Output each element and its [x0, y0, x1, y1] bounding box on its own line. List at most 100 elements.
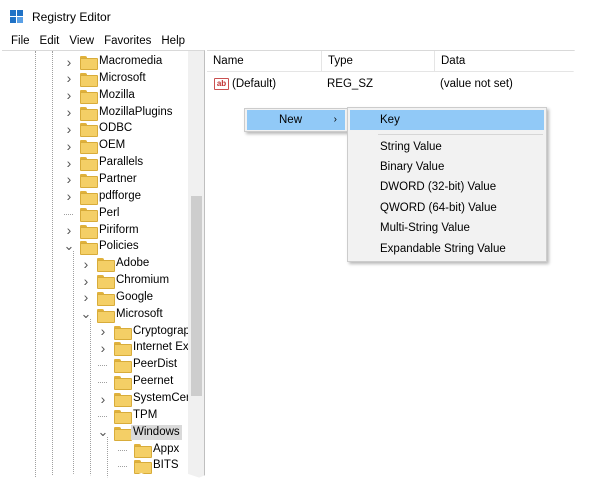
tree-item-label: ODBC [99, 122, 133, 135]
tree-connector [118, 449, 127, 451]
menu-help[interactable]: Help [156, 35, 190, 47]
tree-connector [64, 213, 73, 215]
expand-arrow-icon[interactable]: › [64, 171, 74, 188]
tree-item[interactable]: › Piriform [2, 222, 188, 239]
tree-item[interactable]: › Adobe [2, 255, 188, 273]
tree-item[interactable]: › Parallels [2, 154, 188, 172]
folder-icon [114, 393, 132, 407]
tree-item[interactable]: › Cryptograp [2, 323, 190, 340]
folder-icon [114, 409, 132, 424]
submenu-separator [378, 134, 543, 135]
tree-item[interactable]: › Google [2, 289, 188, 306]
tree-item[interactable]: PeerDist [2, 356, 188, 374]
submenu-item-dword-value[interactable]: DWORD (32-bit) Value [350, 177, 544, 197]
tree-item[interactable]: ⌄ Policies [2, 238, 188, 256]
expand-arrow-icon[interactable]: › [81, 255, 91, 272]
value-row-default[interactable]: ab (Default) REG_SZ (value not set) [207, 75, 576, 92]
tree-item-label: SystemCer [133, 392, 190, 404]
tree-connector [98, 365, 107, 367]
expand-arrow-icon[interactable]: › [64, 53, 74, 70]
tree-item-label: Peernet [133, 375, 174, 388]
expand-arrow-icon[interactable]: › [64, 188, 74, 205]
column-header-type[interactable]: Type [322, 51, 435, 72]
context-menu-new[interactable]: New › [247, 110, 345, 130]
folder-icon [80, 224, 98, 239]
expand-arrow-icon[interactable]: › [64, 104, 74, 121]
tree-item[interactable]: › Partner [2, 171, 188, 188]
tree-item[interactable]: › SystemCer [2, 390, 190, 407]
tree-connector [98, 415, 107, 417]
submenu-item-qword-value[interactable]: QWORD (64-bit) Value [350, 198, 544, 218]
collapse-arrow-icon[interactable]: ⌄ [81, 306, 92, 323]
expand-arrow-icon[interactable]: › [81, 272, 91, 289]
folder-icon [80, 173, 98, 188]
tree-item-label: Perl [99, 206, 120, 219]
tree-item[interactable]: Perl [2, 205, 188, 222]
value-type: REG_SZ [327, 77, 374, 90]
tree-scroll-thumb[interactable] [191, 196, 202, 396]
submenu-item-binary-value[interactable]: Binary Value [350, 157, 544, 177]
submenu-item-string-value[interactable]: String Value [350, 137, 544, 157]
expand-arrow-icon[interactable]: › [64, 70, 74, 87]
expand-arrow-icon[interactable]: › [64, 137, 74, 154]
expand-arrow-icon[interactable]: › [64, 222, 74, 239]
tree-item-label: Microsoft [116, 307, 163, 320]
tree-item[interactable]: › pdfforge [2, 188, 188, 205]
folder-icon [114, 426, 132, 441]
tree-item[interactable]: ⌄ Windows [2, 424, 188, 441]
tree-scrollbar[interactable] [188, 51, 204, 479]
folder-icon [97, 291, 115, 306]
tree-item-label: Google [116, 290, 154, 303]
submenu-item-key[interactable]: Key [350, 110, 544, 130]
tree-item[interactable]: › Microsoft [2, 70, 188, 87]
tree-item-label: PeerDist [133, 358, 178, 371]
new-submenu: Key String Value Binary Value DWORD (32-… [347, 107, 547, 262]
tree-item[interactable]: Current [2, 474, 191, 479]
folder-icon [80, 157, 98, 172]
tree-item-label: Appx [153, 442, 180, 455]
tree-item[interactable]: › OEM [2, 137, 188, 155]
expand-arrow-icon[interactable]: › [98, 390, 108, 407]
submenu-item-expandable-string-value[interactable]: Expandable String Value [350, 239, 544, 259]
tree-item[interactable]: › Internet Exp [2, 339, 195, 357]
tree-item-label: Mozilla [99, 88, 135, 101]
tree-item[interactable]: › Macromedia [2, 53, 188, 70]
tree-item[interactable]: Peernet [2, 373, 188, 391]
registry-tree-pane[interactable]: › Macromedia › Microsoft › Mozilla › MozillaPlu… [2, 50, 205, 479]
tree-item[interactable]: › ODBC [2, 120, 188, 138]
column-header-name[interactable]: Name [207, 51, 322, 72]
value-name: (Default) [232, 77, 277, 90]
tree-item[interactable]: › MozillaPlugins [2, 104, 188, 121]
expand-arrow-icon[interactable]: › [64, 154, 74, 171]
expand-arrow-icon[interactable]: › [98, 339, 108, 356]
tree-item[interactable]: › Mozilla [2, 87, 188, 104]
tree-item[interactable]: Appx [2, 441, 188, 458]
menu-view[interactable]: View [64, 35, 99, 47]
tree-item-label: Adobe [116, 257, 150, 270]
menu-file[interactable]: File [6, 35, 35, 47]
expand-arrow-icon[interactable]: › [98, 323, 108, 340]
collapse-arrow-icon[interactable]: ⌄ [98, 424, 109, 441]
tree-item-label: OEM [99, 139, 126, 152]
tree-connector [98, 382, 107, 384]
submenu-item-multi-string-value[interactable]: Multi-String Value [350, 218, 544, 238]
folder-icon [80, 56, 98, 70]
tree-item-label: Piriform [99, 223, 139, 236]
string-value-icon: ab [214, 77, 229, 90]
menu-edit[interactable]: Edit [35, 35, 65, 47]
folder-icon [80, 190, 98, 205]
column-header-data[interactable]: Data [435, 51, 576, 72]
folder-icon [97, 258, 115, 273]
expand-arrow-icon[interactable]: › [64, 120, 74, 137]
tree-item[interactable]: › Chromium [2, 272, 188, 290]
submenu-arrow-icon: › [333, 114, 337, 125]
tree-item[interactable]: ⌄ Microsoft [2, 306, 188, 323]
collapse-arrow-icon[interactable]: ⌄ [64, 238, 75, 255]
tree-item[interactable]: TPM [2, 407, 188, 424]
title-bar[interactable]: Registry Editor [2, 2, 576, 31]
context-menu-new-label: New [279, 114, 303, 126]
tree-item[interactable]: BITS [2, 457, 188, 475]
menu-favorites[interactable]: Favorites [99, 35, 156, 47]
expand-arrow-icon[interactable]: › [81, 289, 91, 306]
expand-arrow-icon[interactable]: › [64, 87, 74, 104]
